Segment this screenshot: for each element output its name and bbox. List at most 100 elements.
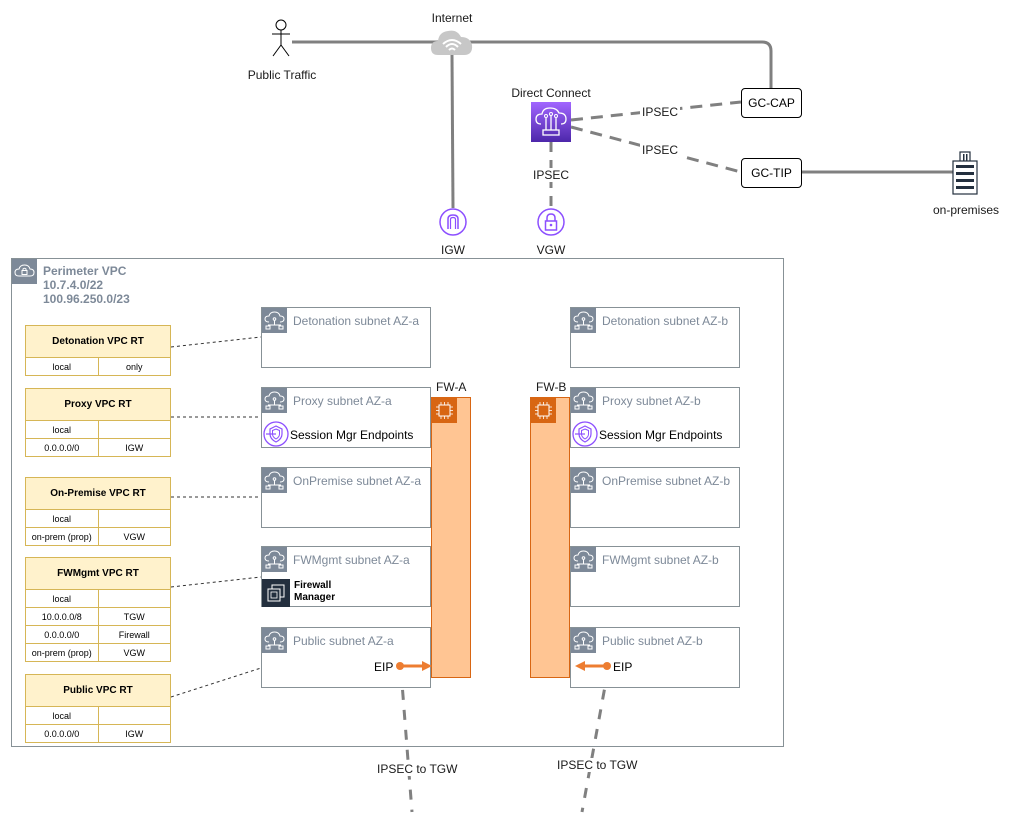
route-destination: on-prem (prop) — [26, 644, 99, 661]
firewall-b-label: FW-B — [536, 380, 567, 394]
vgw-label: VGW — [536, 243, 566, 257]
route-destination: local — [26, 421, 99, 438]
subnet-title: Public subnet AZ-a — [293, 634, 394, 648]
session-manager-shield-icon — [263, 421, 289, 447]
route-row: 0.0.0.0/0 IGW — [26, 439, 170, 456]
route-row: local — [26, 421, 170, 439]
route-destination: on-prem (prop) — [26, 528, 99, 545]
subnet-cloud-icon — [262, 547, 287, 572]
route-row: on-prem (prop) VGW — [26, 644, 170, 661]
eip-label: EIP — [613, 660, 633, 674]
route-table-detonation[interactable]: Detonation VPC RT local only — [25, 325, 171, 376]
route-destination: local — [26, 510, 99, 527]
firewall-manager-label-line1: Firewall — [294, 580, 332, 591]
route-destination: 10.0.0.0/8 — [26, 608, 99, 625]
vpc-lock-cloud-icon — [12, 259, 37, 284]
route-row: on-prem (prop) VGW — [26, 528, 170, 545]
subnet-title: Proxy subnet AZ-b — [602, 394, 701, 408]
session-manager-shield-icon — [572, 421, 598, 447]
subnet-title: Detonation subnet AZ-b — [602, 314, 729, 328]
internet-cloud-icon — [431, 30, 473, 55]
subnet-detonation-az-b[interactable]: Detonation subnet AZ-b — [570, 307, 740, 368]
route-row: local only — [26, 358, 170, 375]
subnet-cloud-icon — [571, 547, 596, 572]
route-target: Firewall — [118, 629, 150, 640]
subnet-title: Public subnet AZ-b — [602, 634, 703, 648]
route-table-title: Detonation VPC RT — [26, 326, 170, 358]
ipsec-to-tgw-label-a: IPSEC to TGW — [375, 762, 460, 776]
firewall-a[interactable] — [431, 397, 471, 678]
building-icon — [952, 151, 978, 195]
route-target — [99, 421, 171, 438]
route-table-on-premise[interactable]: On-Premise VPC RT local on-prem (prop) V… — [25, 477, 171, 546]
route-table-title: Public VPC RT — [26, 675, 170, 707]
subnet-cloud-icon — [571, 468, 596, 493]
internet-igw-link — [450, 54, 455, 209]
route-row: 0.0.0.0/0 IGW — [26, 725, 170, 742]
ec2-chip-icon — [531, 398, 556, 423]
subnet-cloud-icon — [571, 628, 596, 653]
ipsec-label-vgw: IPSEC — [530, 168, 572, 182]
subnet-fwmgmt-az-a[interactable]: FWMgmt subnet AZ-a Firewall Manager — [261, 546, 431, 607]
subnet-proxy-az-a[interactable]: Proxy subnet AZ-a Session Mgr Endpoints — [261, 387, 431, 448]
route-target — [99, 707, 171, 724]
subnet-cloud-icon — [262, 388, 287, 413]
route-target: IGW — [125, 442, 144, 453]
internet-label: Internet — [431, 11, 473, 25]
subnet-cloud-icon — [571, 308, 596, 333]
gc-cap-box[interactable]: GC-CAP — [741, 88, 802, 118]
on-premises-label: on-premises — [932, 203, 1000, 217]
subnet-title: OnPremise subnet AZ-b — [602, 474, 731, 488]
route-target: TGW — [123, 611, 145, 622]
eip-label: EIP — [374, 660, 394, 674]
route-destination: 0.0.0.0/0 — [26, 626, 99, 643]
route-destination: local — [26, 707, 99, 724]
vpc-cidr: 100.96.250.0/23 — [43, 292, 130, 306]
route-target — [99, 510, 171, 527]
route-table-title: On-Premise VPC RT — [26, 478, 170, 510]
route-row: local — [26, 707, 170, 725]
route-destination: 0.0.0.0/0 — [26, 439, 99, 456]
subnet-proxy-az-b[interactable]: Proxy subnet AZ-b Session Mgr Endpoints — [570, 387, 740, 448]
public-traffic-link — [292, 40, 773, 88]
eip-arrow-a-icon — [396, 661, 432, 671]
firewall-manager-label: Firewall Manager — [294, 580, 335, 604]
route-row: 0.0.0.0/0 Firewall — [26, 626, 170, 644]
direct-connect-icon — [531, 102, 571, 142]
route-table-title: Proxy VPC RT — [26, 389, 170, 421]
route-destination: 0.0.0.0/0 — [26, 725, 99, 742]
route-row: local — [26, 590, 170, 608]
session-mgr-endpoints-label: Session Mgr Endpoints — [290, 428, 414, 442]
route-table-fwmgmt[interactable]: FWMgmt VPC RT local 10.0.0.0/8 TGW 0.0.0… — [25, 557, 171, 662]
firewall-a-label: FW-A — [436, 380, 467, 394]
route-target: VGW — [123, 531, 146, 542]
direct-connect-label: Direct Connect — [511, 86, 591, 100]
ec2-chip-icon — [432, 398, 457, 423]
route-destination: local — [26, 358, 99, 375]
subnet-title: OnPremise subnet AZ-a — [293, 474, 422, 488]
subnet-title: Detonation subnet AZ-a — [293, 314, 420, 328]
subnet-cloud-icon — [262, 468, 287, 493]
subnet-cloud-icon — [262, 308, 287, 333]
ipsec-label-tip: IPSEC — [640, 143, 681, 157]
subnet-fwmgmt-az-b[interactable]: FWMgmt subnet AZ-b — [570, 546, 740, 607]
route-table-title: FWMgmt VPC RT — [26, 558, 170, 590]
gc-tip-box[interactable]: GC-TIP — [741, 158, 802, 188]
subnet-title: Proxy subnet AZ-a — [293, 394, 392, 408]
route-table-proxy[interactable]: Proxy VPC RT local 0.0.0.0/0 IGW — [25, 388, 171, 457]
subnet-onpremise-az-b[interactable]: OnPremise subnet AZ-b — [570, 467, 740, 528]
subnet-cloud-icon — [571, 388, 596, 413]
firewall-b[interactable] — [530, 397, 570, 678]
ipsec-to-tgw-label-b: IPSEC to TGW — [555, 758, 640, 772]
firewall-manager-icon — [262, 579, 290, 607]
public-traffic-label: Public Traffic — [247, 68, 317, 82]
eip-arrow-b-icon — [575, 661, 611, 671]
subnet-detonation-az-a[interactable]: Detonation subnet AZ-a — [261, 307, 431, 368]
ipsec-label-cap: IPSEC — [640, 105, 681, 119]
route-destination: local — [26, 590, 99, 607]
route-target: VGW — [123, 647, 146, 658]
subnet-title: FWMgmt subnet AZ-b — [602, 553, 719, 567]
subnet-onpremise-az-a[interactable]: OnPremise subnet AZ-a — [261, 467, 431, 528]
vpn-gateway-lock-icon — [537, 208, 565, 236]
route-table-public[interactable]: Public VPC RT local 0.0.0.0/0 IGW — [25, 674, 171, 743]
